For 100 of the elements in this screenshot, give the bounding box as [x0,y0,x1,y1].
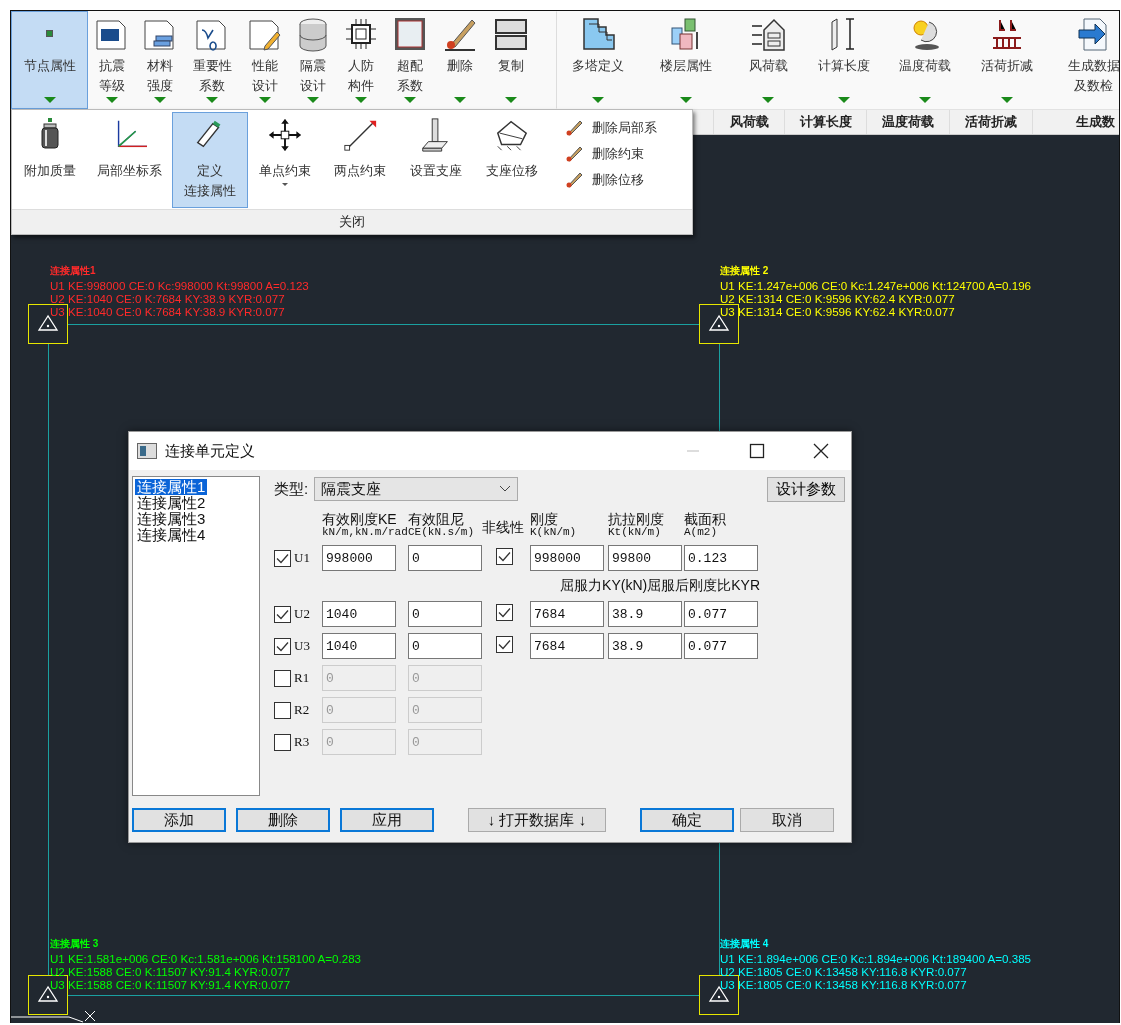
list-item[interactable]: 连接属性1 [135,479,208,495]
ribbon-button[interactable]: 多塔定义 [556,11,639,109]
tool-button[interactable]: 两点约束 [322,112,398,208]
input-field[interactable]: 99800 [608,545,682,571]
node-property-text: U1 KE:998000 CE:0 Kc:998000 Kt:99800 A=0.123 [50,279,309,292]
checkbox[interactable] [274,637,291,655]
ribbon-button[interactable]: 节点属性 [11,11,88,109]
caret-icon [282,183,288,186]
dropdown-arrow-icon [680,97,692,103]
input-field[interactable]: 0.123 [684,545,758,571]
ribbon-button[interactable]: 风荷载 [733,11,803,109]
node-label: 连接属性 3 [50,937,99,951]
column-unit: Kt(kN/m) [608,526,662,539]
checkbox[interactable] [274,605,291,623]
input-field[interactable]: 998000 [530,545,604,571]
column-unit: A(m2) [684,526,718,539]
input-field[interactable]: 0 [408,545,482,571]
ribbon-group-label: 生成数 [1032,110,1119,134]
brush-icon [564,118,584,138]
ribbon-button[interactable]: 计算长度 [803,11,884,109]
input-field[interactable]: 7684 [530,633,604,659]
node-label: 连接属性 2 [720,264,769,278]
node-property-text: U3 KE:1805 CE:0 K:13458 KY:116.8 KYR:0.077 [720,978,967,991]
dialog-button[interactable]: 添加 [132,808,226,832]
tool-button[interactable]: 附加质量 [14,112,86,208]
node-property-text: U1 KE:1.894e+006 CE:0 Kc:1.894e+006 Kt:189400 A=0.385 [720,952,1032,965]
ribbon-tool-icon [343,16,379,52]
ribbon-button[interactable]: 复制 [485,11,536,109]
ribbon-button[interactable]: 超配系数 [385,11,435,109]
column-header: 刚度 [530,512,559,526]
checkbox[interactable] [496,548,513,565]
dialog-button[interactable]: 取消 [740,808,834,832]
node-property-text: U2 KE:1314 CE:0 K:9596 KY:62.4 KYR:0.077 [720,292,955,305]
dropdown-arrow-icon [43,97,56,103]
dropdown-arrow-icon [837,97,850,103]
ribbon-button[interactable]: 人防构件 [337,11,385,109]
dropdown-arrow-icon [919,97,931,103]
design-params-button[interactable]: 设计参数 [767,476,845,502]
checkbox[interactable] [274,549,291,567]
dropdown-arrow-icon [504,97,517,103]
column-header: 有效刚度KE [322,512,397,526]
support-node-icon [28,304,68,344]
list-item[interactable]: 连接属性3 [135,511,208,527]
list-item[interactable]: 连接属性2 [135,495,208,511]
ribbon-tool-icon [492,16,529,52]
dialog-button[interactable]: ↓ 打开数据库 ↓ [468,808,606,832]
ribbon-button[interactable]: 性能设计 [241,11,288,109]
dropdown-arrow-icon [454,97,466,103]
input-field[interactable]: 38.9 [608,633,682,659]
tool-button[interactable]: 删除位移 [564,170,657,190]
checkbox[interactable] [496,604,513,621]
checkbox[interactable] [496,636,513,653]
axis-label: U1 [294,550,310,566]
brush-icon [564,170,584,190]
close-bar[interactable]: 关闭 [12,209,692,234]
input-field[interactable]: 0.077 [684,601,758,627]
node-label: 连接属性 4 [720,937,769,951]
input-field[interactable]: 38.9 [608,601,682,627]
input-field[interactable]: 0.077 [684,633,758,659]
ribbon-group-label: 风荷载 [713,110,784,134]
dialog-button[interactable]: 确定 [640,808,734,832]
tool-button[interactable]: 定义连接属性 [172,112,248,208]
ribbon-button[interactable]: 隔震设计 [288,11,337,109]
tool-button[interactable]: 删除局部系 [564,118,657,138]
support-node-icon [699,304,739,344]
input-field[interactable]: 0 [408,633,482,659]
axis-label: U2 [294,606,310,622]
support-node-icon [699,975,739,1015]
brush-icon [564,144,584,164]
dropdown-arrow-icon [153,97,166,103]
input-field[interactable]: 998000 [322,545,396,571]
ribbon-button[interactable]: 删除 [435,11,485,109]
input-field[interactable]: 1040 [322,601,396,627]
list-item[interactable]: 连接属性4 [135,527,208,543]
dialog-button[interactable]: 应用 [340,808,434,832]
ribbon-group-label: 活荷折减 [949,110,1032,134]
tool-button[interactable]: 删除约束 [564,144,657,164]
ribbon-button[interactable]: 楼层属性 [639,11,733,109]
ribbon-button[interactable]: 生成数据及数检 [1048,11,1119,109]
close-icon[interactable] [811,441,831,461]
column-unit: kN/m,kN.m/rad [322,526,408,539]
input-field[interactable]: 1040 [322,633,396,659]
type-dropdown[interactable]: 隔震支座 [314,477,519,501]
tool-button[interactable]: 设置支座 [398,112,474,208]
input-field[interactable]: 7684 [530,601,604,627]
tool-button[interactable]: 单点约束 [248,112,322,208]
maximize-icon[interactable] [747,441,767,461]
ribbon-button[interactable]: 材料强度 [136,11,183,109]
ribbon-button[interactable]: 温度荷载 [884,11,966,109]
ribbon-button[interactable]: 重要性系数 [183,11,241,109]
ribbon-button[interactable]: 活荷折减 [966,11,1048,109]
input-field[interactable]: 0 [408,601,482,627]
tool-button[interactable]: 局部坐标系 [86,112,172,208]
dialog-button[interactable]: 删除 [236,808,330,832]
ribbon-group-label: 计算长度 [784,110,866,134]
tool-button[interactable]: 支座位移 [474,112,550,208]
ribbon-button[interactable]: 抗震等级 [88,11,136,109]
window-app-icon [137,443,157,459]
axis-label: U3 [294,638,310,654]
column-header: 截面积 [684,512,727,526]
